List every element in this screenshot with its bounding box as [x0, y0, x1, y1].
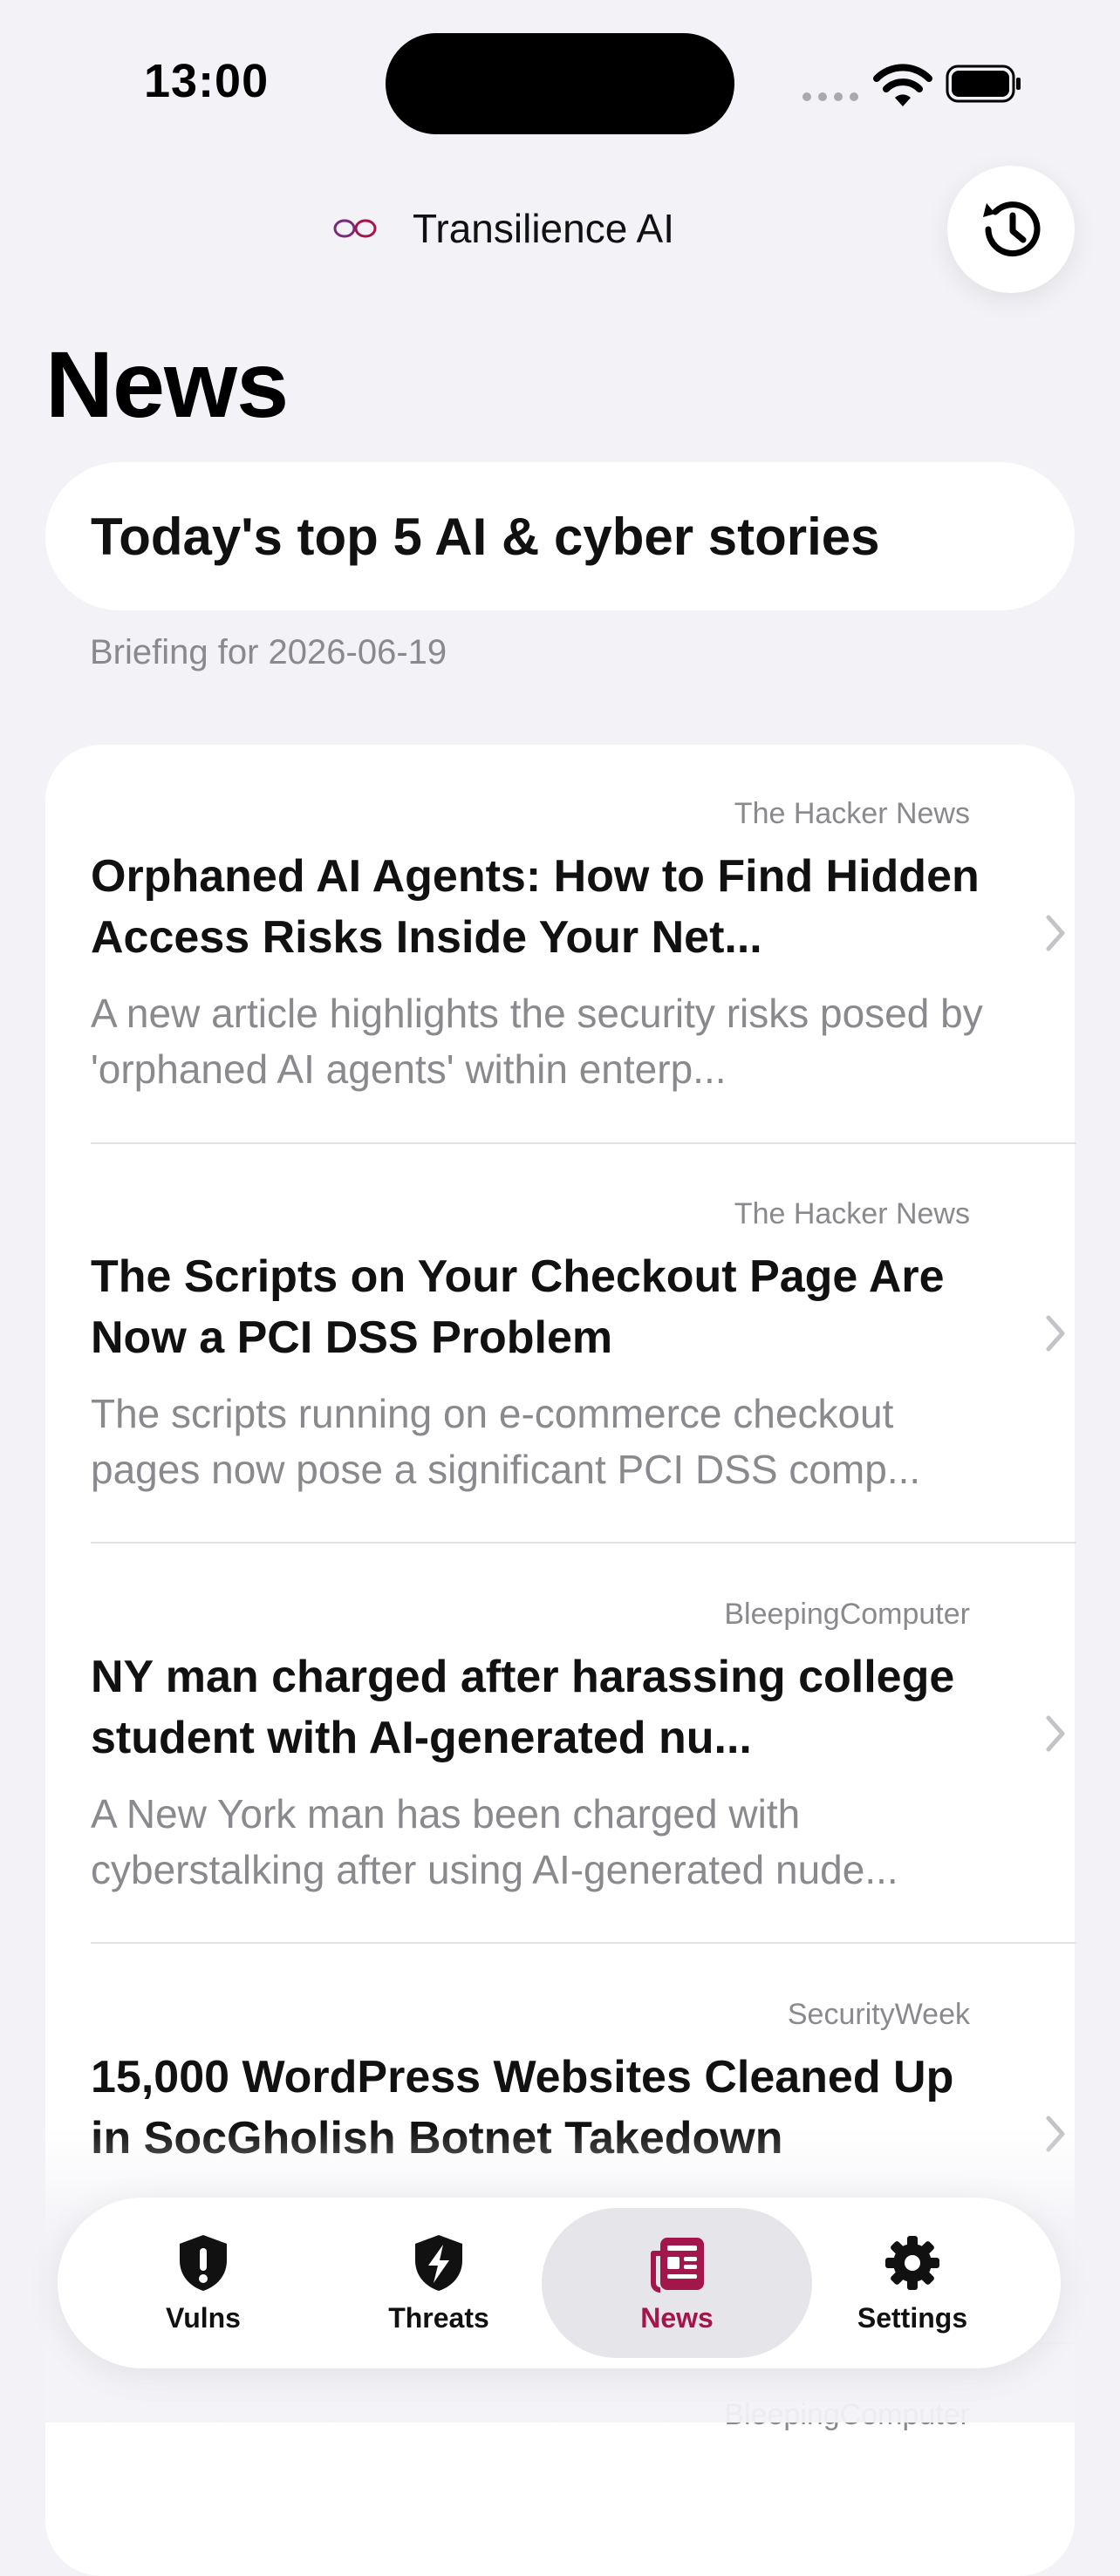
tab-label: Threats	[388, 2301, 489, 2334]
chevron-right-icon	[1046, 1315, 1065, 1352]
tab-vulns[interactable]: Vulns	[85, 2198, 321, 2368]
news-title: The Scripts on Your Checkout Page Are No…	[91, 1251, 945, 1363]
headline-text: Today's top 5 AI & cyber stories	[91, 507, 880, 566]
shield-bolt-icon	[415, 2234, 462, 2291]
battery-icon	[946, 65, 1021, 103]
news-title: NY man charged after harassing college s…	[91, 1652, 955, 1763]
tab-label: Settings	[857, 2301, 968, 2334]
chevron-right-icon	[1046, 915, 1065, 951]
tab-label: Vulns	[166, 2301, 241, 2334]
news-item[interactable]: The Hacker News The Scripts on Your Chec…	[91, 1197, 1076, 1537]
news-source: BleepingComputer	[724, 1598, 970, 1631]
page-title: News	[45, 331, 289, 437]
tab-threats[interactable]: Threats	[321, 2198, 557, 2368]
history-clock-icon	[983, 201, 1041, 257]
news-summary: A new article highlights the security ri…	[91, 991, 983, 1092]
news-source: SecurityWeek	[787, 1998, 970, 2031]
news-source: The Hacker News	[734, 1197, 970, 1230]
shield-exclamation-icon	[180, 2234, 227, 2291]
news-item[interactable]: The Hacker News Orphaned AI Agents: How …	[91, 797, 1076, 1137]
news-source: The Hacker News	[734, 797, 970, 830]
news-item[interactable]: BleepingComputer NY man charged after ha…	[91, 1598, 1076, 1938]
tab-bar: Vulns Threats News Settings	[58, 2198, 1061, 2368]
tab-settings[interactable]: Settings	[795, 2198, 1030, 2368]
headline-banner: Today's top 5 AI & cyber stories	[45, 462, 1075, 610]
briefing-date: Briefing for 2026-06-19	[90, 633, 447, 671]
news-summary: The scripts running on e-commerce checko…	[91, 1391, 921, 1492]
divider	[91, 1142, 1076, 1144]
divider	[91, 1942, 1076, 1944]
news-item[interactable]: BleepingComputer	[91, 2398, 1076, 2573]
newspaper-icon	[651, 2237, 704, 2293]
app-title: Transilience AI	[413, 206, 674, 251]
gear-icon	[885, 2235, 939, 2290]
tab-news[interactable]: News	[542, 2208, 812, 2358]
status-time: 13:00	[144, 55, 270, 107]
divider	[91, 1542, 1076, 1544]
infinity-logo-icon	[333, 219, 377, 238]
cellular-signal-icon	[802, 92, 858, 101]
chevron-right-icon	[1046, 1715, 1065, 1752]
tab-label: News	[640, 2301, 714, 2334]
news-summary: A New York man has been charged with cyb…	[91, 1791, 898, 1892]
wifi-icon	[873, 64, 932, 106]
history-button[interactable]	[947, 166, 1075, 293]
news-title: Orphaned AI Agents: How to Find Hidden A…	[91, 851, 980, 963]
dynamic-island	[386, 33, 734, 134]
